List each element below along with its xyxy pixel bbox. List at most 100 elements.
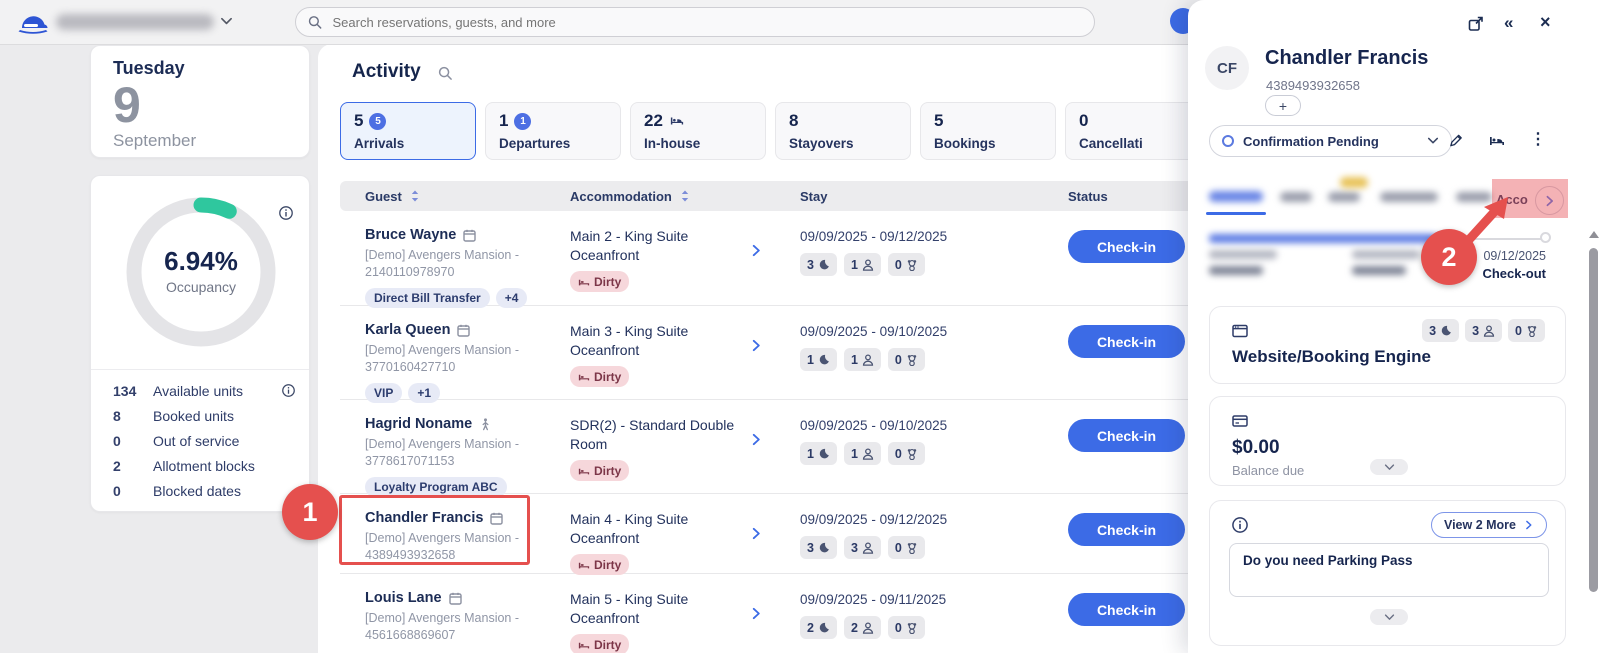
guest-name[interactable]: Bruce Wayne [365,227,456,243]
room-bed-icon[interactable] [1489,133,1505,149]
check-in-button[interactable]: Check-in [1068,513,1185,546]
chevron-down-icon [1427,135,1439,147]
browser-window-icon [1232,323,1248,339]
search-input[interactable] [330,14,1082,31]
panel-tab-blurred[interactable] [1328,192,1360,202]
guest-avatar: CF [1205,46,1249,90]
expand-row-chevron[interactable] [750,607,763,620]
cloudbeds-logo [16,8,50,36]
housekeeping-status-badge: Dirty [570,366,629,387]
reservation-id: 4561668869607 [365,628,455,642]
nights-badge: 3 [800,536,837,559]
info-icon[interactable] [279,206,293,220]
activity-search-icon[interactable] [438,66,453,81]
stat-value: 8 [113,408,153,424]
activity-tab[interactable]: 8 Stayovers [775,102,911,160]
stat-label: Booked units [153,408,282,424]
activity-title: Activity [352,61,421,83]
panel-tab-blurred[interactable] [1380,192,1438,202]
stat-value: 0 [113,433,153,449]
expand-row-chevron[interactable] [750,527,763,540]
activity-tab[interactable]: 22 In-house [630,102,766,160]
chevron-down-icon [1384,612,1395,623]
adults-badge: 3 [844,536,881,559]
property-name-blurred[interactable] [56,14,214,30]
add-tag-button[interactable]: + [1265,95,1301,116]
guest-name[interactable]: Hagrid Noname [365,416,472,432]
check-in-button[interactable]: Check-in [1068,230,1185,263]
stay-dates: 09/09/2025 - 09/10/2025 [800,324,1045,339]
housekeeping-status-badge: Dirty [570,634,629,653]
tab-count: 22 [644,111,663,131]
stat-value: 0 [113,483,153,499]
nights-badge: 1 [800,442,837,465]
guest-name[interactable]: Louis Lane [365,590,442,606]
tab-count: 8 [789,111,798,131]
guest-note[interactable]: Do you need Parking Pass [1229,543,1549,597]
sort-icon[interactable] [410,190,420,202]
view-more-button[interactable]: View 2 More [1431,512,1547,538]
check-in-button[interactable]: Check-in [1068,419,1185,452]
open-new-window-icon[interactable] [1468,16,1484,32]
global-search[interactable] [295,7,1095,37]
stat-label: Blocked dates [153,483,282,499]
housekeeping-status: Dirty [594,370,621,384]
housekeeping-status: Dirty [594,638,621,652]
expand-notes-button[interactable] [1370,609,1408,625]
stay-dates: 09/09/2025 - 09/12/2025 [800,229,1045,244]
calendar-icon [463,229,476,242]
check-in-button[interactable]: Check-in [1068,325,1185,358]
stat-label: Out of service [153,433,282,449]
adults-badge: 1 [844,442,881,465]
adults-badge: 1 [844,253,881,276]
balance-label: Balance due [1232,463,1304,478]
summary-blurred [1209,250,1277,259]
panel-scrollbar[interactable] [1589,248,1598,592]
panel-tab-blurred[interactable] [1280,192,1312,202]
reservation-status-dropdown[interactable]: Confirmation Pending [1209,125,1452,157]
stat-row: 134 Available units [113,378,295,403]
guest-name[interactable]: Karla Queen [365,322,450,338]
activity-tab[interactable]: 0 Cancellati [1065,102,1201,160]
kebab-menu-icon[interactable]: ⋮ [1530,129,1546,149]
edit-pencil-icon[interactable] [1449,133,1464,148]
summary-blurred [1352,250,1420,259]
reservation-id: 2140110978970 [365,265,454,279]
stat-row: 0 Out of service [113,428,295,453]
expand-balance-button[interactable] [1370,459,1408,475]
tab-label: In-house [644,136,752,151]
activity-tab[interactable]: 5 5 Arrivals [340,102,476,160]
check-in-button[interactable]: Check-in [1068,593,1185,626]
close-panel-icon[interactable]: × [1540,12,1551,33]
children-badge: 0 [888,616,925,639]
view-more-label: View 2 More [1444,518,1516,532]
stay-dates: 09/09/2025 - 09/11/2025 [800,592,1045,607]
guest-email-blurred[interactable] [1209,234,1437,243]
property-name: [Demo] Avengers Mansion - [365,343,519,357]
nights-badge: 2 [800,616,837,639]
room-name: SDR(2) - Standard Double Room [570,416,740,454]
chevron-down-icon[interactable] [220,15,233,28]
expand-row-chevron[interactable] [750,433,763,446]
tab-badge: 1 [514,113,531,130]
guest-tag[interactable]: Direct Bill Transfer [365,288,490,308]
collapse-panel-icon[interactable]: « [1504,13,1513,33]
stat-label: Available units [153,383,282,399]
expand-row-chevron[interactable] [750,244,763,257]
activity-tab[interactable]: 5 Bookings [920,102,1056,160]
info-icon[interactable] [282,384,295,397]
moon-icon [1440,325,1452,337]
stat-label: Allotment blocks [153,458,282,474]
child-icon [1526,325,1538,337]
housekeeping-icon [578,276,590,287]
expand-row-chevron[interactable] [750,339,763,352]
panel-tab-active-blurred[interactable] [1209,191,1263,202]
guest-tag[interactable]: +4 [496,288,528,308]
weekday-label: Tuesday [113,58,287,79]
chevron-down-icon [1384,462,1395,473]
scrollbar-up-arrow[interactable] [1589,231,1599,238]
day-number: 9 [113,81,287,129]
tab-count: 1 [499,111,508,131]
activity-tab[interactable]: 1 1 Departures [485,102,621,160]
sort-icon[interactable] [680,190,690,202]
